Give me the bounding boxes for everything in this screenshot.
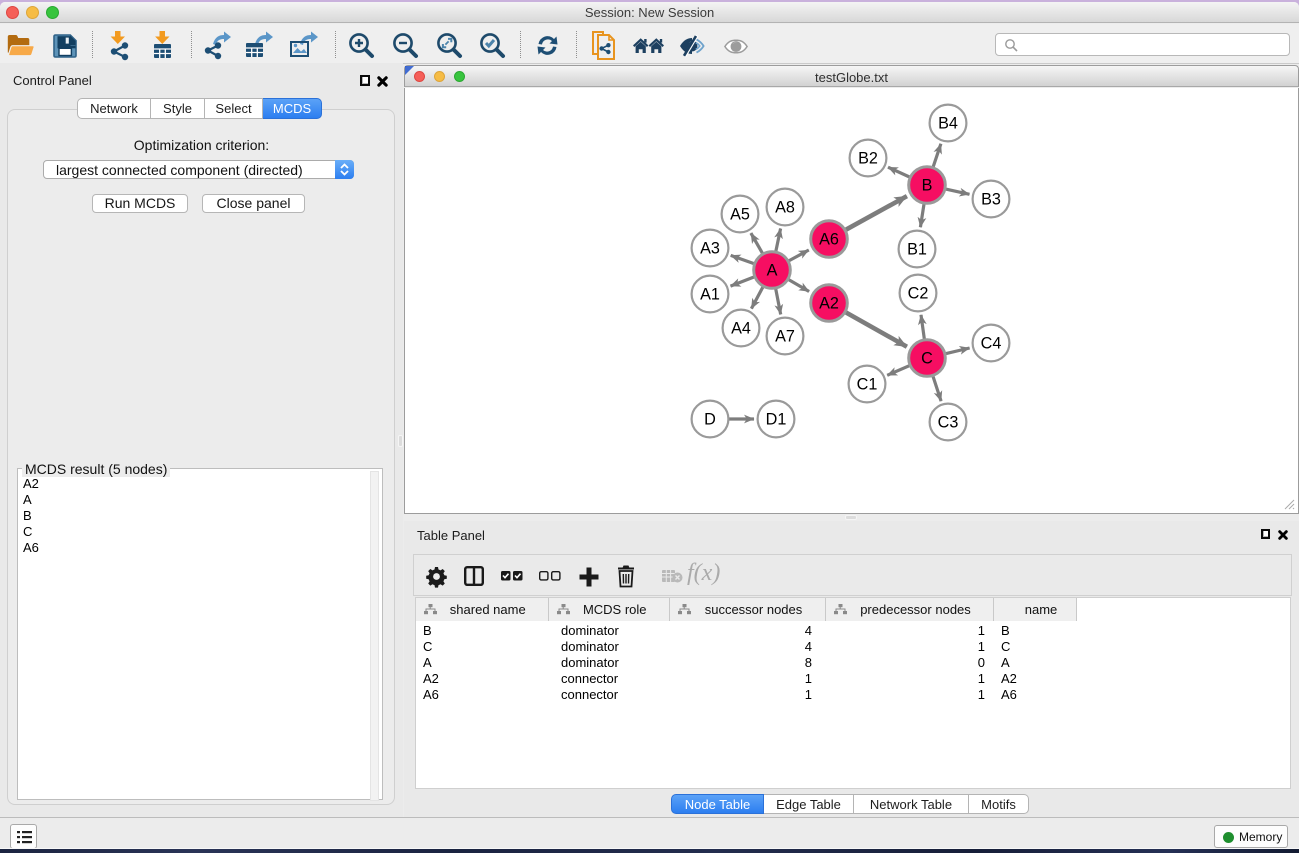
svg-text:A8: A8 xyxy=(775,199,795,217)
svg-text:A: A xyxy=(767,262,778,280)
svg-text:B1: B1 xyxy=(907,241,927,259)
svg-text:A2: A2 xyxy=(819,295,839,313)
svg-text:C4: C4 xyxy=(981,335,1002,353)
svg-text:C1: C1 xyxy=(857,376,878,394)
svg-text:C3: C3 xyxy=(938,414,959,432)
svg-text:A1: A1 xyxy=(700,286,720,304)
svg-text:A6: A6 xyxy=(819,231,839,249)
svg-text:B3: B3 xyxy=(981,191,1001,209)
svg-text:C: C xyxy=(921,350,933,368)
svg-text:A4: A4 xyxy=(731,320,751,338)
svg-text:B4: B4 xyxy=(938,115,958,133)
svg-text:C2: C2 xyxy=(908,285,929,303)
svg-text:B: B xyxy=(922,177,933,195)
svg-text:B2: B2 xyxy=(858,150,878,168)
svg-text:D1: D1 xyxy=(766,411,787,429)
svg-text:A5: A5 xyxy=(730,206,750,224)
svg-text:A3: A3 xyxy=(700,240,720,258)
svg-text:A7: A7 xyxy=(775,328,795,346)
svg-text:D: D xyxy=(704,411,716,429)
